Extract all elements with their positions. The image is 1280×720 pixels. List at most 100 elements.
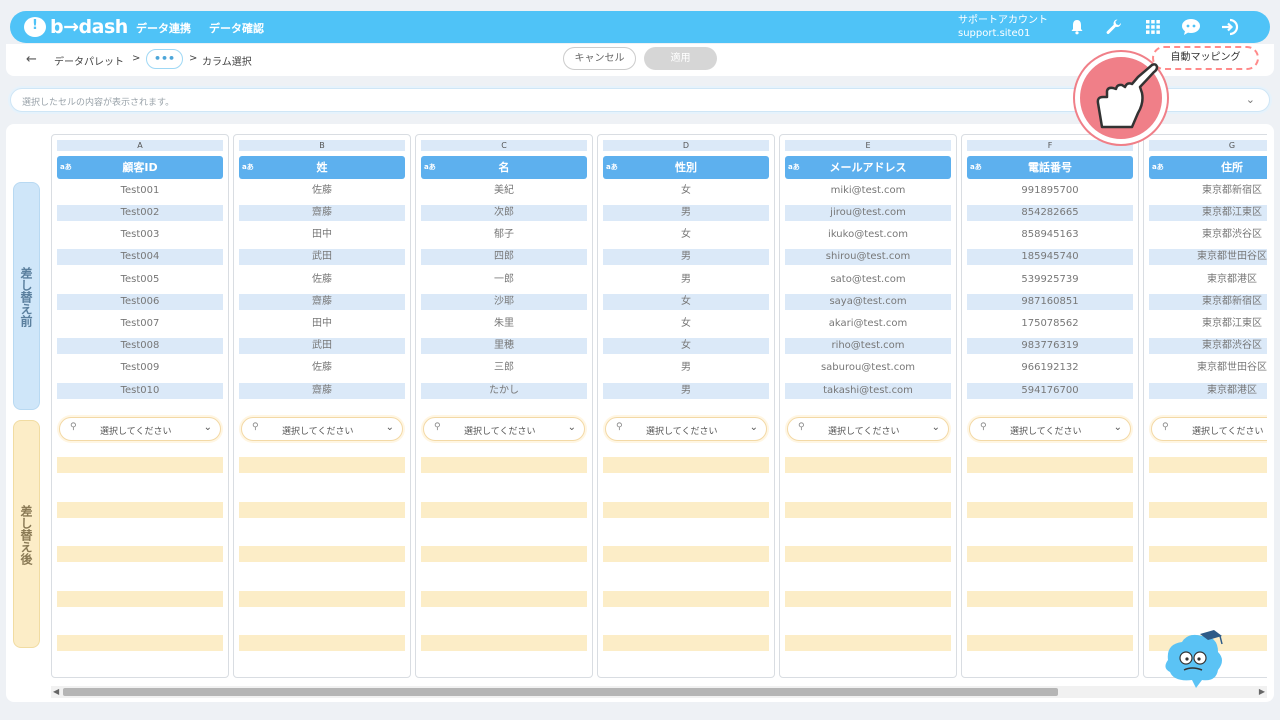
table-cell[interactable]: 郁子	[421, 227, 587, 243]
back-arrow-icon[interactable]: ←	[26, 52, 37, 67]
logo[interactable]: b→dash	[24, 16, 128, 38]
table-cell[interactable]: 美紀	[421, 183, 587, 199]
column-header[interactable]: aあ 姓	[239, 156, 405, 179]
table-cell[interactable]: 539925739	[967, 272, 1133, 288]
grid-icon[interactable]	[1142, 17, 1164, 37]
column-select-dropdown[interactable]: ⚲選択してください⌄	[969, 417, 1131, 441]
table-cell[interactable]: 一郎	[421, 272, 587, 288]
table-cell[interactable]: Test002	[57, 205, 223, 221]
table-cell[interactable]: 594176700	[967, 383, 1133, 399]
table-cell[interactable]: 966192132	[967, 360, 1133, 376]
table-cell[interactable]: Test010	[57, 383, 223, 399]
table-cell[interactable]: 男	[603, 383, 769, 399]
table-cell[interactable]: 男	[603, 272, 769, 288]
column-a[interactable]: A aあ 顧客ID Test001 Test002 Test003 Test004…	[51, 134, 229, 678]
chat-bot-icon[interactable]	[1180, 17, 1202, 37]
cancel-button[interactable]: キャンセル	[563, 47, 636, 70]
logout-icon[interactable]	[1219, 17, 1241, 37]
table-cell[interactable]: Test004	[57, 249, 223, 265]
column-select-dropdown[interactable]: ⚲選択してください⌄	[787, 417, 949, 441]
table-cell[interactable]: 男	[603, 249, 769, 265]
column-header[interactable]: aあ 名	[421, 156, 587, 179]
table-cell[interactable]: 東京都新宿区	[1149, 183, 1267, 199]
table-cell[interactable]: 四郎	[421, 249, 587, 265]
table-cell[interactable]: shirou@test.com	[785, 249, 951, 265]
table-cell[interactable]: miki@test.com	[785, 183, 951, 199]
auto-mapping-button[interactable]: 自動マッピング	[1152, 46, 1259, 70]
table-cell[interactable]: saburou@test.com	[785, 360, 951, 376]
horizontal-scrollbar[interactable]: ◀ ▶	[51, 686, 1267, 698]
table-cell[interactable]: Test008	[57, 338, 223, 354]
table-cell[interactable]: riho@test.com	[785, 338, 951, 354]
bell-icon[interactable]	[1066, 17, 1088, 37]
scroll-right-icon[interactable]: ▶	[1259, 687, 1265, 696]
column-header[interactable]: aあ メールアドレス	[785, 156, 951, 179]
table-cell[interactable]: 里穂	[421, 338, 587, 354]
table-cell[interactable]: 武田	[239, 249, 405, 265]
table-cell[interactable]: 東京都港区	[1149, 383, 1267, 399]
table-cell[interactable]: Test003	[57, 227, 223, 243]
table-cell[interactable]: 東京都港区	[1149, 272, 1267, 288]
account-info[interactable]: サポートアカウント support.site01	[958, 14, 1048, 40]
table-cell[interactable]: Test001	[57, 183, 223, 199]
column-header[interactable]: aあ 電話番号	[967, 156, 1133, 179]
column-select-dropdown[interactable]: ⚲選択してください⌄	[1151, 417, 1267, 441]
table-cell[interactable]: 女	[603, 316, 769, 332]
table-cell[interactable]: takashi@test.com	[785, 383, 951, 399]
column-select-dropdown[interactable]: ⚲選択してください⌄	[59, 417, 221, 441]
breadcrumb-more-button[interactable]: •••	[146, 49, 183, 69]
table-cell[interactable]: saya@test.com	[785, 294, 951, 310]
table-cell[interactable]: Test005	[57, 272, 223, 288]
table-cell[interactable]: Test006	[57, 294, 223, 310]
column-select-dropdown[interactable]: ⚲選択してください⌄	[241, 417, 403, 441]
column-header[interactable]: aあ 顧客ID	[57, 156, 223, 179]
table-cell[interactable]: 女	[603, 183, 769, 199]
table-cell[interactable]: Test009	[57, 360, 223, 376]
nav-data-check[interactable]: データ確認	[209, 20, 264, 36]
table-cell[interactable]: 東京都世田谷区	[1149, 360, 1267, 376]
table-cell[interactable]: ikuko@test.com	[785, 227, 951, 243]
column-c[interactable]: C aあ 名 美紀 次郎 郁子 四郎 一郎 沙耶 朱里 里穂 三郎 たかし ⚲ 選択…	[415, 134, 593, 678]
table-cell[interactable]: 佐藤	[239, 360, 405, 376]
table-cell[interactable]: 854282665	[967, 205, 1133, 221]
table-cell[interactable]: jirou@test.com	[785, 205, 951, 221]
table-cell[interactable]: 東京都新宿区	[1149, 294, 1267, 310]
table-cell[interactable]: 齋藤	[239, 294, 405, 310]
table-cell[interactable]: 女	[603, 338, 769, 354]
column-header[interactable]: aあ 住所	[1149, 156, 1267, 179]
table-cell[interactable]: sato@test.com	[785, 272, 951, 288]
column-select-dropdown[interactable]: ⚲選択してください⌄	[605, 417, 767, 441]
table-cell[interactable]: 女	[603, 294, 769, 310]
table-cell[interactable]: 佐藤	[239, 183, 405, 199]
table-cell[interactable]: 東京都世田谷区	[1149, 249, 1267, 265]
table-cell[interactable]: 田中	[239, 316, 405, 332]
column-e[interactable]: E aあ メールアドレス miki@test.com jirou@test.com…	[779, 134, 957, 678]
table-cell[interactable]: 987160851	[967, 294, 1133, 310]
table-cell[interactable]: akari@test.com	[785, 316, 951, 332]
column-d[interactable]: D aあ 性別 女 男 女 男 男 女 女 女 男 男 ⚲ 選択してください ⌄	[597, 134, 775, 678]
column-g[interactable]: G aあ 住所 東京都新宿区 東京都江東区 東京都渋谷区 東京都世田谷区 東京都港…	[1143, 134, 1267, 678]
table-cell[interactable]: 983776319	[967, 338, 1133, 354]
table-cell[interactable]: 東京都渋谷区	[1149, 338, 1267, 354]
table-cell[interactable]: Test007	[57, 316, 223, 332]
nav-data-integration[interactable]: データ連携	[136, 20, 191, 36]
table-cell[interactable]: 武田	[239, 338, 405, 354]
table-cell[interactable]: 858945163	[967, 227, 1133, 243]
table-cell[interactable]: 朱里	[421, 316, 587, 332]
scrollbar-thumb[interactable]	[63, 688, 1058, 696]
table-cell[interactable]: 東京都江東区	[1149, 316, 1267, 332]
breadcrumb-data-palette[interactable]: データパレット	[54, 53, 124, 68]
table-cell[interactable]: 991895700	[967, 183, 1133, 199]
table-cell[interactable]: 齋藤	[239, 205, 405, 221]
table-cell[interactable]: 175078562	[967, 316, 1133, 332]
column-b[interactable]: B aあ 姓 佐藤 齋藤 田中 武田 佐藤 齋藤 田中 武田 佐藤 齋藤 ⚲ 選択し…	[233, 134, 411, 678]
apply-button[interactable]: 適用	[644, 47, 717, 70]
table-cell[interactable]: 185945740	[967, 249, 1133, 265]
column-f[interactable]: F aあ 電話番号 991895700 854282665 858945163 1…	[961, 134, 1139, 678]
table-cell[interactable]: 佐藤	[239, 272, 405, 288]
column-select-dropdown[interactable]: ⚲選択してください⌄	[423, 417, 585, 441]
mascot-icon[interactable]	[1162, 630, 1226, 688]
table-cell[interactable]: 田中	[239, 227, 405, 243]
table-cell[interactable]: たかし	[421, 383, 587, 399]
table-cell[interactable]: 男	[603, 360, 769, 376]
